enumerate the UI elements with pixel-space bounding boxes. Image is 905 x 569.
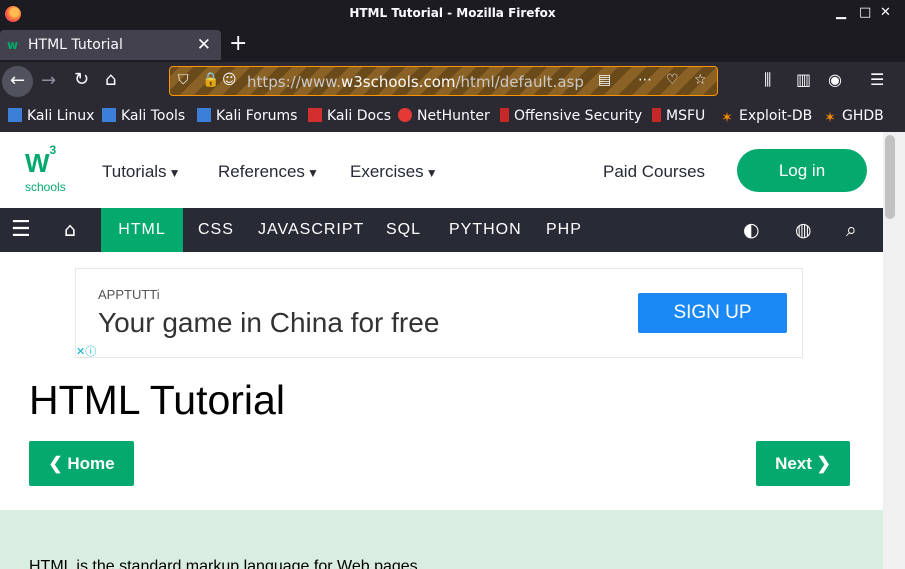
reader-view-icon[interactable]: ▤ bbox=[598, 72, 611, 88]
nav-python[interactable]: PYTHON bbox=[449, 208, 522, 252]
menu-references[interactable]: References ▼ bbox=[218, 162, 319, 182]
kali-docs-icon bbox=[308, 108, 322, 122]
offsec-icon bbox=[652, 108, 661, 122]
menu-label: Exercises bbox=[350, 162, 424, 181]
url-domain: w3schools.com bbox=[340, 73, 456, 91]
menu-icon[interactable]: ☰ bbox=[870, 70, 884, 89]
page-content: W3 schools Tutorials ▼ References ▼ Exerci… bbox=[0, 132, 883, 569]
ad-brand: APPTUTTi bbox=[98, 287, 160, 302]
forward-button[interactable]: → bbox=[41, 70, 56, 91]
nav-javascript[interactable]: JAVASCRIPT bbox=[258, 208, 364, 252]
window-titlebar: HTML Tutorial - Mozilla Firefox ▁ □ ✕ bbox=[0, 0, 905, 28]
home-icon[interactable]: ⌂ bbox=[105, 69, 116, 90]
hamburger-menu-icon[interactable]: ☰ bbox=[11, 217, 31, 242]
library-icon[interactable]: ⫼ bbox=[764, 70, 771, 90]
back-button[interactable]: ← bbox=[2, 66, 33, 97]
bookmark-kali-tools[interactable]: Kali Tools bbox=[102, 108, 185, 124]
url-path: /html/default.asp bbox=[455, 73, 584, 91]
exploit-db-icon: ✶ bbox=[721, 110, 733, 126]
pocket-icon[interactable]: ♡ bbox=[666, 72, 679, 88]
home-icon[interactable]: ⌂ bbox=[64, 219, 76, 241]
url-prefix: https://www. bbox=[247, 73, 341, 91]
bookmark-msfu[interactable]: MSFU bbox=[652, 108, 705, 124]
bookmark-label: Kali Linux bbox=[27, 108, 95, 124]
bookmark-star-icon[interactable]: ☆ bbox=[694, 72, 707, 88]
close-tab-icon[interactable]: ✕ bbox=[197, 35, 211, 55]
kali-icon bbox=[8, 108, 22, 122]
caret-down-icon: ▼ bbox=[425, 166, 438, 180]
tab-bar: w HTML Tutorial ✕ bbox=[0, 28, 905, 62]
bookmark-label: Exploit-DB bbox=[739, 108, 813, 124]
next-button[interactable]: Next ❯ bbox=[756, 441, 850, 486]
sidebar-icon[interactable]: ▥ bbox=[796, 70, 811, 89]
kali-icon bbox=[102, 108, 116, 122]
tab-html-tutorial[interactable]: w HTML Tutorial ✕ bbox=[0, 30, 221, 60]
url-text[interactable]: https://www.w3schools.com/html/default.a… bbox=[247, 73, 584, 91]
bookmark-exploit-db[interactable]: ✶ Exploit-DB bbox=[720, 108, 812, 125]
logo-text: schools bbox=[25, 180, 66, 194]
ad-headline: Your game in China for free bbox=[98, 307, 440, 338]
logo-letter: W bbox=[25, 148, 50, 178]
scrollbar-thumb[interactable] bbox=[885, 135, 895, 219]
bookmark-ghdb[interactable]: ✶ GHDB bbox=[823, 108, 884, 125]
maximize-icon[interactable]: □ bbox=[859, 5, 871, 20]
menu-label: References bbox=[218, 162, 305, 181]
login-button[interactable]: Log in bbox=[737, 149, 867, 192]
bookmark-label: Offensive Security bbox=[514, 108, 643, 124]
navigation-toolbar: ← → ↻ ⌂ ⛉ 🔒 ☺ https://www.w3schools.com/… bbox=[0, 62, 905, 101]
ghdb-icon: ✶ bbox=[824, 110, 836, 126]
bookmark-label: Kali Tools bbox=[121, 108, 186, 124]
close-window-icon[interactable]: ✕ bbox=[880, 5, 891, 20]
kali-icon bbox=[197, 108, 211, 122]
menu-label: Tutorials bbox=[102, 162, 167, 181]
window-title: HTML Tutorial - Mozilla Firefox bbox=[349, 6, 556, 20]
paid-courses-link[interactable]: Paid Courses bbox=[603, 162, 705, 182]
logo-mark: W3 bbox=[25, 143, 56, 179]
menu-tutorials[interactable]: Tutorials ▼ bbox=[102, 162, 180, 182]
minimize-icon[interactable]: ▁ bbox=[836, 5, 846, 20]
bookmark-label: NetHunter bbox=[417, 108, 490, 124]
page-actions-icon[interactable]: ⋯ bbox=[638, 72, 652, 88]
logo-superscript: 3 bbox=[49, 143, 57, 158]
topics-navbar: ☰ ⌂ HTML CSS JAVASCRIPT SQL PYTHON PHP ◐… bbox=[0, 208, 883, 252]
bookmark-label: MSFU bbox=[666, 108, 706, 124]
caret-down-icon: ▼ bbox=[168, 166, 181, 180]
bookmark-offensive-security[interactable]: Offensive Security bbox=[500, 108, 642, 124]
bookmark-label: GHDB bbox=[842, 108, 884, 124]
globe-icon[interactable]: ◍ bbox=[795, 219, 812, 241]
bookmark-label: Kali Forums bbox=[216, 108, 298, 124]
bookmark-nethunter[interactable]: NetHunter bbox=[398, 108, 490, 124]
permissions-icon[interactable]: ☺ bbox=[222, 72, 237, 88]
bookmark-kali-linux[interactable]: Kali Linux bbox=[8, 108, 94, 124]
page-title: HTML Tutorial bbox=[29, 377, 285, 423]
adchoices-icon[interactable]: ✕ⓘ bbox=[76, 343, 106, 358]
bookmark-kali-docs[interactable]: Kali Docs bbox=[308, 108, 391, 124]
menu-exercises[interactable]: Exercises ▼ bbox=[350, 162, 438, 182]
bookmarks-toolbar: Kali Linux Kali Tools Kali Forums Kali D… bbox=[0, 101, 905, 132]
advertisement-banner[interactable]: APPTUTTi Your game in China for free SIG… bbox=[75, 268, 803, 358]
home-button[interactable]: ❮ Home bbox=[29, 441, 134, 486]
ad-signup-button[interactable]: SIGN UP bbox=[638, 293, 787, 333]
search-icon[interactable]: ⌕ bbox=[846, 219, 857, 241]
offsec-icon bbox=[500, 108, 509, 122]
bookmark-label: Kali Docs bbox=[327, 108, 392, 124]
tracking-shield-icon[interactable]: ⛉ bbox=[178, 72, 189, 88]
w3schools-logo[interactable]: W3 schools bbox=[25, 143, 73, 194]
nav-sql[interactable]: SQL bbox=[386, 208, 421, 252]
account-icon[interactable]: ◉ bbox=[828, 70, 842, 89]
reload-button[interactable]: ↻ bbox=[74, 69, 89, 90]
nav-html[interactable]: HTML bbox=[101, 208, 183, 252]
intro-text: HTML is the standard markup language for… bbox=[29, 558, 423, 569]
bookmark-kali-forums[interactable]: Kali Forums bbox=[197, 108, 297, 124]
caret-down-icon: ▼ bbox=[306, 166, 319, 180]
lock-icon[interactable]: 🔒 bbox=[202, 72, 219, 88]
dark-mode-icon[interactable]: ◐ bbox=[743, 219, 760, 241]
new-tab-icon[interactable]: + bbox=[229, 31, 247, 56]
nav-php[interactable]: PHP bbox=[546, 208, 582, 252]
url-bar[interactable]: ⛉ 🔒 ☺ https://www.w3schools.com/html/def… bbox=[169, 66, 718, 96]
nav-css[interactable]: CSS bbox=[198, 208, 234, 252]
tab-label: HTML Tutorial bbox=[28, 37, 123, 53]
w3schools-favicon: w bbox=[7, 38, 19, 52]
nethunter-icon bbox=[398, 108, 412, 122]
